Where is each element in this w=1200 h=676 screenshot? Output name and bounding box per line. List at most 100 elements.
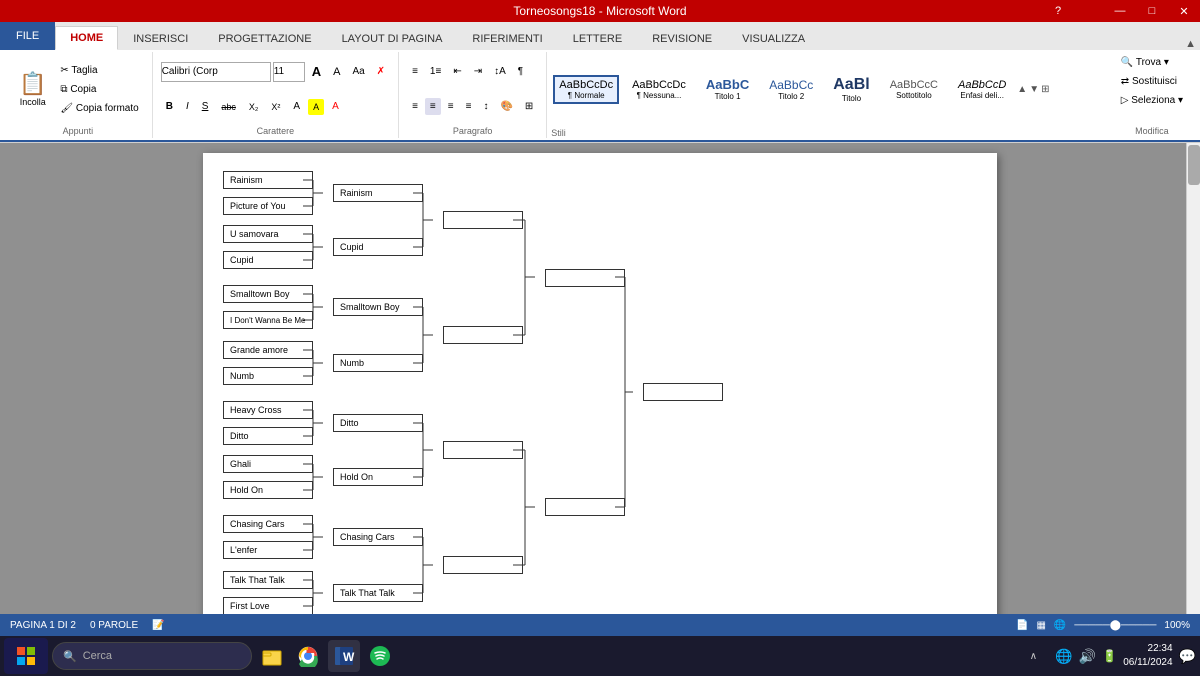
word-count: 0 PAROLE [90, 620, 138, 631]
cut-button[interactable]: ✂ Taglia [55, 62, 143, 79]
sort-button[interactable]: ↕A [489, 63, 511, 80]
r5-1 [643, 383, 723, 401]
r2-5: Ditto [333, 414, 423, 432]
find-button[interactable]: 🔍 Trova ▾ [1116, 54, 1174, 71]
replace-button[interactable]: ⇄ Sostituisci [1116, 73, 1182, 90]
system-tray[interactable]: ∧ [1017, 640, 1049, 672]
tab-home[interactable]: HOME [55, 26, 118, 50]
shading-button[interactable]: 🎨 [495, 98, 517, 115]
tab-riferimenti[interactable]: RIFERIMENTI [457, 28, 557, 50]
bracket-container: Rainism Picture of You U samovara Cupid … [213, 163, 987, 614]
taskbar-spotify[interactable] [364, 640, 396, 672]
style-subtitle[interactable]: AaBbCcC Sottotitolo [883, 74, 945, 105]
read-mode-icon[interactable]: 📄 [1016, 620, 1028, 631]
borders-button[interactable]: ⊞ [520, 98, 538, 115]
style-title1[interactable]: AaBbC Titolo 1 [699, 72, 756, 106]
strikethrough-button[interactable]: abc [216, 99, 241, 115]
para-marks-button[interactable]: ¶ [513, 63, 528, 80]
style-title[interactable]: AaBl Titolo [826, 71, 876, 108]
notification-button[interactable]: 💬 [1179, 648, 1196, 665]
copy-button[interactable]: ⧉ Copia [55, 81, 143, 98]
font-color-button[interactable]: A [288, 98, 305, 115]
paste-label: Incolla [20, 97, 46, 107]
ribbon-collapse-icon[interactable]: ▲ [1185, 38, 1196, 50]
font-name-input[interactable] [161, 62, 271, 82]
font-label: Carattere [161, 124, 390, 136]
style-emphasis[interactable]: AaBbCcD Enfasi deli... [951, 74, 1013, 105]
tab-lettere[interactable]: LETTERE [558, 28, 638, 50]
indent-more-button[interactable]: ⇥ [469, 63, 487, 80]
select-button[interactable]: ▷ Seleziona ▾ [1116, 92, 1188, 109]
maximize-button[interactable]: □ [1136, 0, 1168, 22]
tab-visualizza[interactable]: VISUALIZZA [727, 28, 820, 50]
tab-file[interactable]: FILE [0, 22, 55, 50]
tab-layout[interactable]: LAYOUT DI PAGINA [327, 28, 458, 50]
highlight-button[interactable]: A [308, 99, 324, 115]
document-area: Rainism Picture of You U samovara Cupid … [0, 143, 1200, 614]
justify-button[interactable]: ≡ [461, 98, 477, 115]
r1-6: I Don't Wanna Be Me [223, 311, 313, 329]
clock[interactable]: 22:34 06/11/2024 [1123, 642, 1172, 670]
tab-revisione[interactable]: REVISIONE [637, 28, 727, 50]
bracket-absolute: Rainism Picture of You U samovara Cupid … [223, 163, 663, 614]
word-icon: W [333, 645, 355, 667]
network-icon[interactable]: 🌐 [1055, 648, 1072, 665]
align-center-button[interactable]: ≡ [425, 98, 441, 115]
line-spacing-button[interactable]: ↕ [478, 98, 493, 115]
zoom-level: 100% [1164, 620, 1190, 631]
taskbar-file-explorer[interactable] [256, 640, 288, 672]
page-count: PAGINA 1 DI 2 [10, 620, 76, 631]
styles-scroll-up[interactable]: ▲ [1017, 84, 1027, 95]
font-size-input[interactable] [273, 62, 305, 82]
font-shrink-button[interactable]: A [328, 63, 345, 81]
styles-group: AaBbCcDc ¶ Normale AaBbCcDc ¶ Nessuna...… [547, 52, 1108, 138]
text-color-button[interactable]: A [327, 98, 344, 115]
format-painter-button[interactable]: 🖌 Copia formato [55, 100, 143, 117]
taskbar-chrome[interactable] [292, 640, 324, 672]
underline-button[interactable]: S [197, 98, 214, 115]
minimize-button[interactable]: — [1104, 0, 1136, 22]
r1-10: Ditto [223, 427, 313, 445]
align-right-button[interactable]: ≡ [443, 98, 459, 115]
r1-13: Chasing Cars [223, 515, 313, 533]
close-button[interactable]: ✕ [1168, 0, 1200, 22]
scrollbar-thumb[interactable] [1188, 145, 1200, 185]
r1-4: Cupid [223, 251, 313, 269]
web-layout-icon[interactable]: 🌐 [1054, 620, 1066, 631]
style-no-spacing[interactable]: AaBbCcDc ¶ Nessuna... [625, 74, 693, 105]
r2-4: Numb [333, 354, 423, 372]
taskbar: 🔍 Cerca W [0, 636, 1200, 676]
numbering-button[interactable]: 1≡ [425, 63, 446, 80]
zoom-slider[interactable]: ─────⬤───── [1074, 620, 1156, 631]
window-controls: — □ ✕ [1104, 0, 1200, 22]
subscript-button[interactable]: X₂ [244, 99, 264, 115]
print-layout-icon[interactable]: ▦ [1036, 620, 1045, 631]
help-button[interactable]: ? [1046, 0, 1070, 22]
styles-scroll-down[interactable]: ▼ [1029, 84, 1039, 95]
bracket-layout: Rainism Picture of You U samovara Cupid … [223, 163, 977, 614]
styles-expand[interactable]: ⊞ [1041, 84, 1049, 95]
style-normal[interactable]: AaBbCcDc ¶ Normale [553, 75, 619, 104]
app-title: Torneosongs18 - Microsoft Word [513, 4, 686, 18]
italic-button[interactable]: I [181, 98, 194, 115]
bullets-button[interactable]: ≡ [407, 63, 423, 80]
clear-format-button[interactable]: ✗ [372, 63, 390, 80]
tab-progettazione[interactable]: PROGETTAZIONE [203, 28, 326, 50]
paste-button[interactable]: 📋 Incolla [12, 66, 53, 112]
indent-less-button[interactable]: ⇤ [448, 63, 466, 80]
vertical-scrollbar[interactable] [1186, 143, 1200, 614]
align-left-button[interactable]: ≡ [407, 98, 423, 115]
taskbar-word[interactable]: W [328, 640, 360, 672]
bold-button[interactable]: B [161, 98, 178, 115]
start-button[interactable] [4, 638, 48, 674]
style-title2[interactable]: AaBbCc Titolo 2 [762, 73, 820, 106]
tab-inserisci[interactable]: INSERISCI [118, 28, 203, 50]
search-icon: 🔍 [63, 650, 77, 663]
volume-icon[interactable]: 🔊 [1079, 648, 1096, 665]
r1-5: Smalltown Boy [223, 285, 313, 303]
language-check-icon[interactable]: 📝 [152, 620, 164, 631]
case-button[interactable]: Aa [347, 63, 369, 80]
superscript-button[interactable]: X² [266, 99, 285, 115]
font-grow-button[interactable]: A [307, 61, 326, 82]
search-bar[interactable]: 🔍 Cerca [52, 642, 252, 670]
